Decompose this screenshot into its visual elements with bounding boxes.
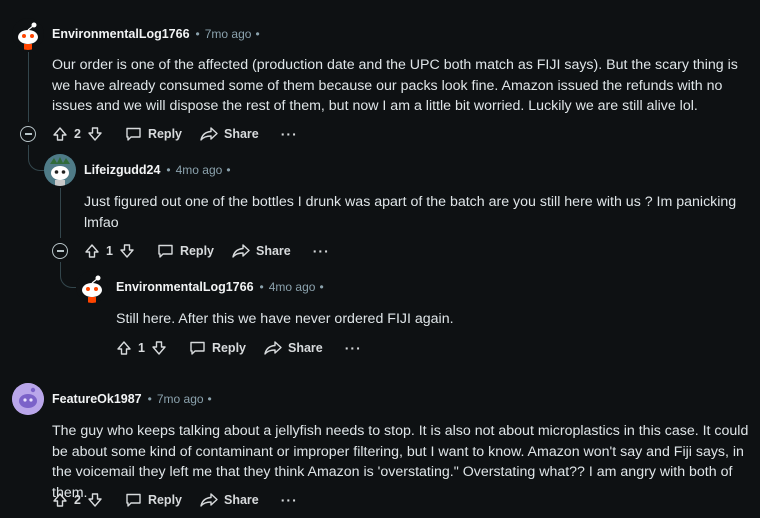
vote-count: 1 xyxy=(106,244,113,258)
vote-count: 2 xyxy=(74,127,81,141)
separator-dot: • xyxy=(259,280,264,294)
avatar[interactable] xyxy=(12,18,44,50)
downvote-button[interactable] xyxy=(87,126,103,142)
author-name[interactable]: Lifeizgudd24 xyxy=(84,163,160,177)
downvote-icon xyxy=(152,341,166,355)
upvote-icon xyxy=(117,341,131,355)
upvote-button[interactable] xyxy=(116,340,132,356)
upvote-button[interactable] xyxy=(84,243,100,259)
share-button[interactable]: Share xyxy=(264,340,323,356)
default-avatar-icon xyxy=(12,383,44,415)
separator-dot: • xyxy=(226,163,231,177)
thread-line[interactable] xyxy=(60,188,61,238)
upvote-button[interactable] xyxy=(52,492,68,508)
avatar[interactable] xyxy=(76,271,108,303)
comment-actions: 2 Reply Share ··· xyxy=(52,122,298,146)
thread-line[interactable] xyxy=(28,52,29,122)
share-icon xyxy=(200,493,218,507)
avatar[interactable] xyxy=(44,154,76,186)
comment-age[interactable]: 7mo ago xyxy=(157,392,204,406)
comment-actions: 1 Reply Share ··· xyxy=(116,336,362,360)
vote-count: 1 xyxy=(138,341,145,355)
comment-header: Lifeizgudd24 • 4mo ago • xyxy=(44,154,231,186)
comment-header: EnvironmentalLog1766 • 4mo ago • xyxy=(76,271,324,303)
upvote-button[interactable] xyxy=(52,126,68,142)
comment-thread: EnvironmentalLog1766 • 7mo ago • Our ord… xyxy=(0,0,760,518)
reply-button[interactable]: Reply xyxy=(125,492,182,508)
comment-header: EnvironmentalLog1766 • 7mo ago • xyxy=(12,18,260,50)
comment-actions: 2 Reply Share ··· xyxy=(52,488,298,512)
upvote-icon xyxy=(85,244,99,258)
snoo-avatar-icon xyxy=(12,18,44,50)
avatar[interactable] xyxy=(12,383,44,415)
author-name[interactable]: EnvironmentalLog1766 xyxy=(116,280,254,294)
author-name[interactable]: EnvironmentalLog1766 xyxy=(52,27,190,41)
more-options-button[interactable]: ··· xyxy=(281,126,298,142)
vote-count: 2 xyxy=(74,493,81,507)
reply-icon xyxy=(158,244,173,258)
author-name[interactable]: FeatureOk1987 xyxy=(52,392,142,406)
share-label: Share xyxy=(288,341,323,355)
comment-body: Our order is one of the affected (produc… xyxy=(52,57,738,114)
share-icon xyxy=(264,341,282,355)
upvote-icon xyxy=(53,127,67,141)
comment-header: FeatureOk1987 • 7mo ago • xyxy=(12,383,212,415)
snoo-avatar-icon xyxy=(44,154,76,186)
downvote-button[interactable] xyxy=(151,340,167,356)
separator-dot: • xyxy=(147,392,152,406)
upvote-icon xyxy=(53,493,67,507)
reply-icon xyxy=(190,341,205,355)
reply-icon xyxy=(126,493,141,507)
downvote-icon xyxy=(88,493,102,507)
share-button[interactable]: Share xyxy=(200,492,259,508)
share-icon xyxy=(232,244,250,258)
share-label: Share xyxy=(224,493,259,507)
comment-body: Just figured out one of the bottles I dr… xyxy=(84,194,737,231)
separator-dot: • xyxy=(255,27,260,41)
more-options-button[interactable]: ··· xyxy=(281,492,298,508)
reply-label: Reply xyxy=(179,244,214,258)
share-icon xyxy=(200,127,218,141)
reply-label: Reply xyxy=(147,493,182,507)
separator-dot: • xyxy=(207,392,212,406)
reply-label: Reply xyxy=(211,341,246,355)
thread-curve xyxy=(28,145,45,171)
snoo-avatar-icon xyxy=(76,271,108,303)
downvote-button[interactable] xyxy=(119,243,135,259)
separator-dot: • xyxy=(319,280,324,294)
comment-age[interactable]: 4mo ago xyxy=(176,163,223,177)
collapse-thread-button[interactable] xyxy=(20,126,36,142)
share-label: Share xyxy=(224,127,259,141)
reply-icon xyxy=(126,127,141,141)
more-options-button[interactable]: ··· xyxy=(313,243,330,259)
share-button[interactable]: Share xyxy=(232,243,291,259)
collapse-thread-button[interactable] xyxy=(52,243,68,259)
separator-dot: • xyxy=(195,27,200,41)
share-button[interactable]: Share xyxy=(200,126,259,142)
more-options-button[interactable]: ··· xyxy=(345,340,362,356)
comment-age[interactable]: 7mo ago xyxy=(205,27,252,41)
downvote-icon xyxy=(88,127,102,141)
reply-button[interactable]: Reply xyxy=(189,340,246,356)
thread-curve xyxy=(60,262,77,288)
comment-actions: 1 Reply Share ··· xyxy=(84,239,330,263)
comment-body: Still here. After this we have never ord… xyxy=(116,311,454,327)
reply-label: Reply xyxy=(147,127,182,141)
downvote-button[interactable] xyxy=(87,492,103,508)
comment-age[interactable]: 4mo ago xyxy=(269,280,316,294)
downvote-icon xyxy=(120,244,134,258)
separator-dot: • xyxy=(166,163,171,177)
reply-button[interactable]: Reply xyxy=(125,126,182,142)
reply-button[interactable]: Reply xyxy=(157,243,214,259)
share-label: Share xyxy=(256,244,291,258)
